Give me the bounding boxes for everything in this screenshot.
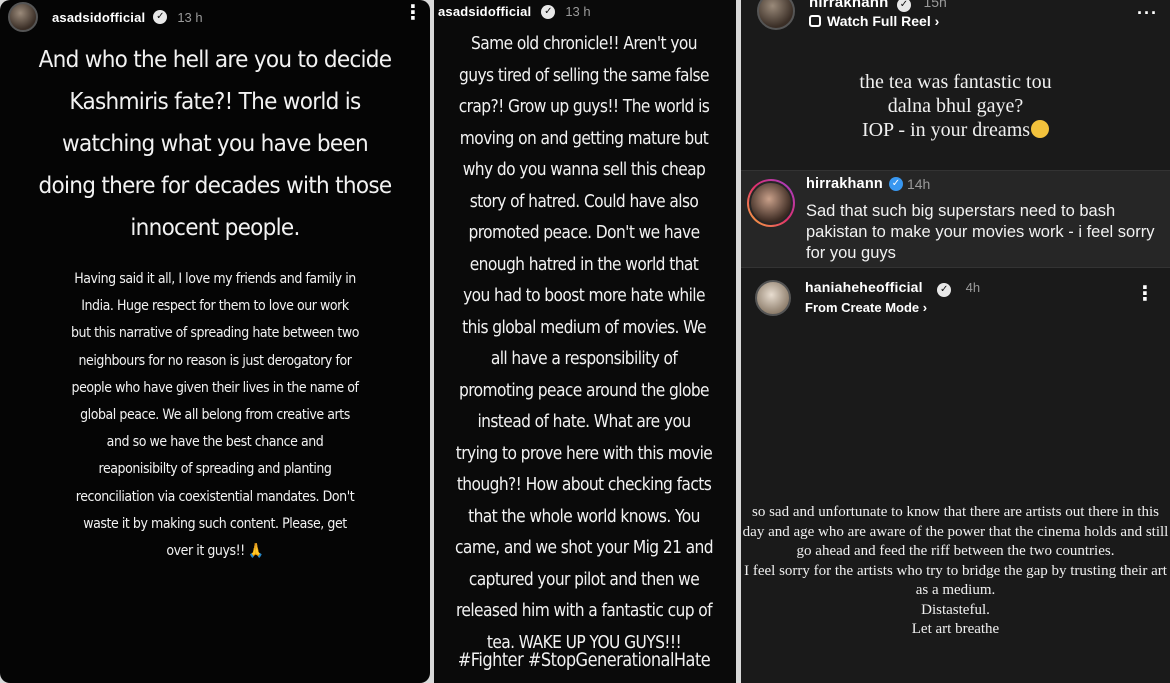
avatar[interactable] [757,0,795,30]
story-body: Same old chronicle!! Aren't you guys tir… [455,33,714,653]
story-body: Having said it all, I love my friends an… [71,271,359,560]
story-header: hirrakhann ✓ 15h Watch Full Reel › [757,0,947,30]
upside-down-face-icon [1031,120,1050,138]
verified-icon: ✓ [541,4,556,19]
avatar[interactable] [747,179,795,227]
username[interactable]: hirrakhann [809,0,889,11]
watch-full-reel-link[interactable]: Watch Full Reel › [809,12,947,30]
timestamp: 4h [965,280,981,295]
username[interactable]: asadsidofficial [52,10,145,25]
timestamp: 13 h [177,9,203,25]
create-mode-link[interactable]: From Create Mode › [805,298,980,318]
more-options-icon[interactable]: ··· [1137,4,1158,22]
verified-icon: ✓ [896,0,911,12]
more-options-icon-2[interactable]: ⋮ [1135,284,1155,304]
story-panel-asadsid-1: asadsidofficial ✓ 13 h ⋮ And who the hel… [0,0,430,683]
comment-username[interactable]: hirrakhann [806,176,883,192]
timestamp: 13 h [565,4,591,19]
more-options-icon[interactable]: ⋮ [403,3,423,23]
story-header-2: haniaheheofficial ✓ 4h From Create Mode … [755,277,980,318]
verified-icon: ✓ [937,283,952,297]
story-text-2: so sad and unfortunate to know that ther… [742,504,1169,637]
story-header: asadsidofficial ✓ 13 h [438,4,591,19]
verified-icon: ✓ [888,177,903,191]
story-header: asadsidofficial ✓ 13 h [8,2,203,32]
username[interactable]: haniaheheofficial [805,279,923,295]
story-headline: And who the hell are you to decide Kashm… [38,45,393,241]
verified-icon: ✓ [153,10,168,24]
story-panel-asadsid-2: asadsidofficial ✓ 13 h Same old chronicl… [434,0,736,683]
comment-text: Sad that such big superstars need to bas… [806,202,1155,262]
comment-timestamp: 14h [906,176,931,192]
timestamp: 15h [923,0,947,10]
hashtags[interactable]: #Fighter #StopGenerationalHate [457,649,712,671]
story-text: the tea was fantastic tou dalna bhul gay… [859,71,1052,141]
story-panel-hirrakhann: hirrakhann ✓ 15h Watch Full Reel › ··· t… [741,0,1170,683]
username[interactable]: asadsidofficial [438,4,531,19]
avatar[interactable] [8,2,38,32]
reel-icon [809,14,821,27]
shared-comment: hirrakhann ✓ 14h Sad that such big super… [741,170,1170,268]
avatar[interactable] [755,279,791,316]
